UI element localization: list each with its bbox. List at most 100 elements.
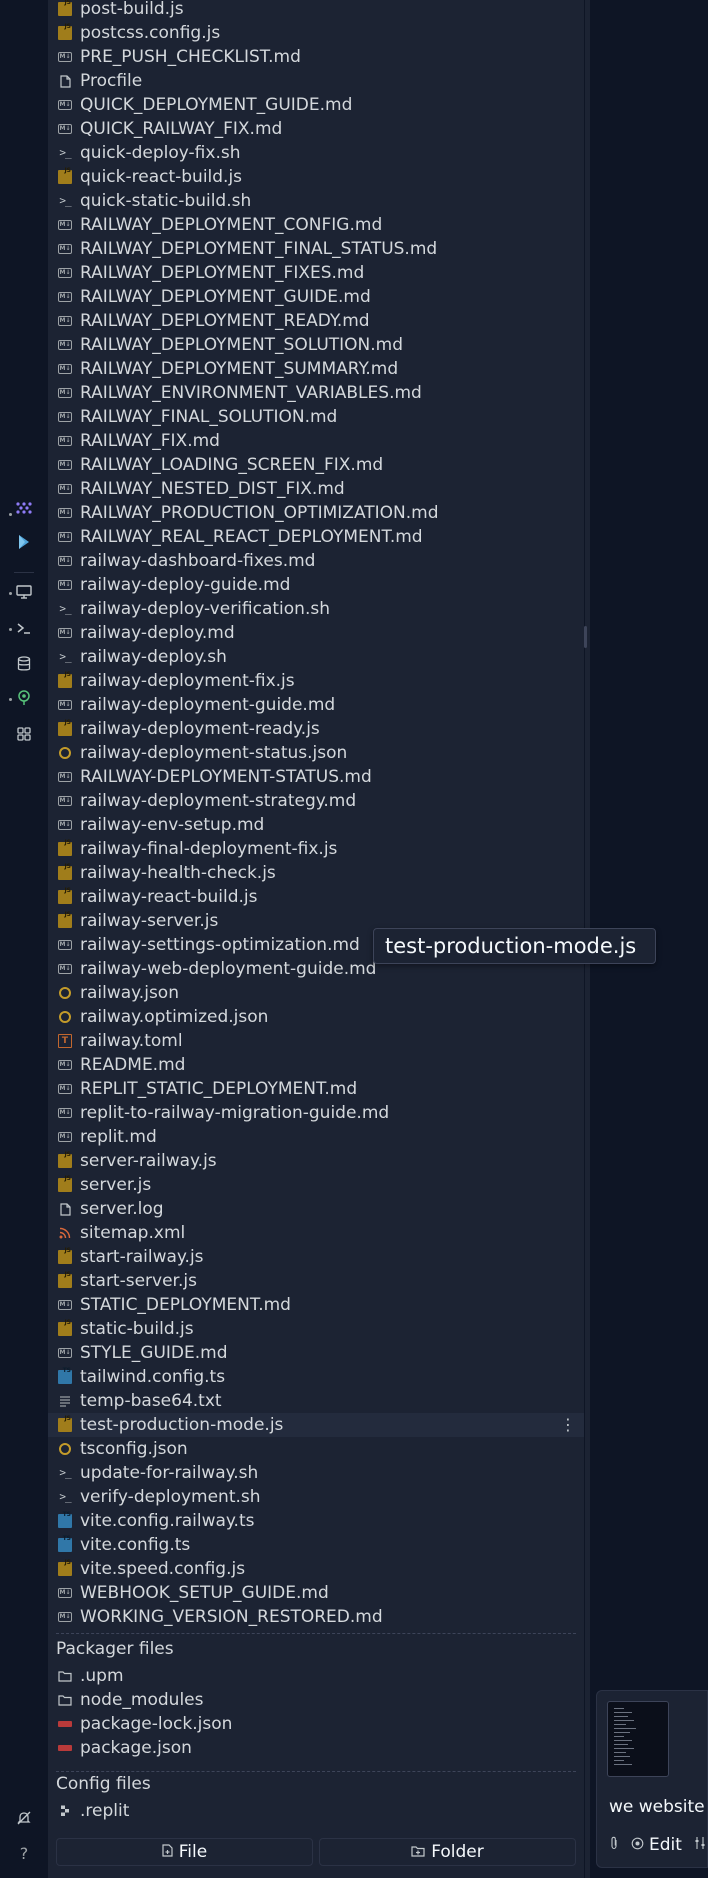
more-options-icon[interactable]: ⋮ <box>560 1413 576 1437</box>
shell-icon: >_ <box>59 650 71 663</box>
assistant-icon[interactable] <box>14 532 34 552</box>
file-tree-item[interactable]: M↓ railway-deployment-guide.md <box>48 693 584 717</box>
shell-icon: >_ <box>59 602 71 615</box>
file-tree-item[interactable]: JS post-build.js <box>48 0 584 21</box>
file-tree-item[interactable]: M↓ RAILWAY-DEPLOYMENT-STATUS.md <box>48 765 584 789</box>
file-tree-item[interactable]: .upm <box>48 1664 584 1688</box>
file-tree-item[interactable]: node_modules <box>48 1688 584 1712</box>
file-tree-item[interactable]: temp-base64.txt <box>48 1389 584 1413</box>
chat-message-card[interactable]: we website i Edit <box>596 1690 708 1868</box>
file-tree-item[interactable]: >_ railway-deploy.sh <box>48 645 584 669</box>
file-tree-item[interactable]: M↓ RAILWAY_DEPLOYMENT_SUMMARY.md <box>48 357 584 381</box>
agent-icon[interactable] <box>14 498 34 518</box>
file-name: server-railway.js <box>80 1151 217 1171</box>
file-tree-item[interactable]: JS vite.speed.config.js <box>48 1557 584 1581</box>
file-name: railway-deployment-status.json <box>80 743 348 763</box>
file-tree-item[interactable]: JS test-production-mode.js ⋮ <box>48 1413 584 1437</box>
apps-grid-icon[interactable] <box>14 724 34 744</box>
file-tree-item[interactable]: .replit <box>48 1799 584 1823</box>
file-tree-item[interactable]: M↓ RAILWAY_DEPLOYMENT_READY.md <box>48 309 584 333</box>
file-tree-item[interactable]: M↓ RAILWAY_FIX.md <box>48 429 584 453</box>
file-tree-item[interactable]: server.log <box>48 1197 584 1221</box>
file-tree-item[interactable]: M↓ railway-env-setup.md <box>48 813 584 837</box>
new-folder-button[interactable]: Folder <box>319 1838 576 1866</box>
deploy-icon[interactable] <box>14 688 34 708</box>
file-tree-item[interactable]: M↓ replit-to-railway-migration-guide.md <box>48 1101 584 1125</box>
file-tree-item[interactable]: M↓ RAILWAY_FINAL_SOLUTION.md <box>48 405 584 429</box>
file-tree-item[interactable]: M↓ QUICK_DEPLOYMENT_GUIDE.md <box>48 93 584 117</box>
file-tree-item[interactable]: M↓ PRE_PUSH_CHECKLIST.md <box>48 45 584 69</box>
file-tree-item[interactable]: JS static-build.js <box>48 1317 584 1341</box>
file-tree-item[interactable]: JS postcss.config.js <box>48 21 584 45</box>
database-icon[interactable] <box>14 654 34 674</box>
file-tree-item[interactable]: Procfile <box>48 69 584 93</box>
paperclip-icon[interactable] <box>609 1836 619 1854</box>
file-tree-item[interactable]: JS railway-react-build.js <box>48 885 584 909</box>
file-tree-item[interactable]: JS start-server.js <box>48 1269 584 1293</box>
new-file-button[interactable]: File <box>56 1838 313 1866</box>
file-tree-item[interactable]: JS railway-health-check.js <box>48 861 584 885</box>
file-tree-item[interactable]: M↓ QUICK_RAILWAY_FIX.md <box>48 117 584 141</box>
file-tree-item[interactable]: railway.optimized.json <box>48 1005 584 1029</box>
file-tree-item[interactable]: M↓ RAILWAY_DEPLOYMENT_FIXES.md <box>48 261 584 285</box>
file-tree-item[interactable]: sitemap.xml <box>48 1221 584 1245</box>
file-tree-item[interactable]: M↓ RAILWAY_NESTED_DIST_FIX.md <box>48 477 584 501</box>
file-tree-item[interactable]: TS vite.config.railway.ts <box>48 1509 584 1533</box>
shell-icon[interactable] <box>14 618 34 638</box>
file-tree-item[interactable]: M↓ WORKING_VERSION_RESTORED.md <box>48 1605 584 1629</box>
file-name: WEBHOOK_SETUP_GUIDE.md <box>80 1583 329 1603</box>
file-tree-item[interactable]: JS server.js <box>48 1173 584 1197</box>
help-icon[interactable]: ? <box>14 1843 34 1863</box>
packager-file-list: .upm node_modules package-lock.json package… <box>48 1664 584 1760</box>
file-tree-item[interactable]: M↓ REPLIT_STATIC_DEPLOYMENT.md <box>48 1077 584 1101</box>
file-tree-item[interactable]: M↓ RAILWAY_DEPLOYMENT_SOLUTION.md <box>48 333 584 357</box>
file-tree-item[interactable]: TS vite.config.ts <box>48 1533 584 1557</box>
file-tree-item[interactable]: tsconfig.json <box>48 1437 584 1461</box>
file-tree-item[interactable]: M↓ RAILWAY_REAL_REACT_DEPLOYMENT.md <box>48 525 584 549</box>
file-tree-item[interactable]: >_ railway-deploy-verification.sh <box>48 597 584 621</box>
resize-handle[interactable] <box>584 626 587 648</box>
file-tree-item[interactable]: M↓ WEBHOOK_SETUP_GUIDE.md <box>48 1581 584 1605</box>
file-tree-item[interactable]: M↓ RAILWAY_ENVIRONMENT_VARIABLES.md <box>48 381 584 405</box>
file-tree-item[interactable]: Trailway.toml <box>48 1029 584 1053</box>
file-tree-item[interactable]: >_ quick-deploy-fix.sh <box>48 141 584 165</box>
file-tree-item[interactable]: JS railway-final-deployment-fix.js <box>48 837 584 861</box>
edit-action[interactable]: Edit <box>631 1835 682 1855</box>
file-tree-item[interactable]: package.json <box>48 1736 584 1760</box>
file-name: postcss.config.js <box>80 23 221 43</box>
file-tree-item[interactable]: M↓ RAILWAY_DEPLOYMENT_GUIDE.md <box>48 285 584 309</box>
alerts-icon[interactable] <box>14 1808 34 1828</box>
file-tree-item[interactable]: M↓ railway-deploy.md <box>48 621 584 645</box>
file-tree-item[interactable]: M↓ railway-deploy-guide.md <box>48 573 584 597</box>
settings-sliders-icon[interactable] <box>694 1836 706 1854</box>
file-tree-item[interactable]: M↓ railway-dashboard-fixes.md <box>48 549 584 573</box>
webview-icon[interactable] <box>14 582 34 602</box>
file-tree-item[interactable]: railway-deployment-status.json <box>48 741 584 765</box>
markdown-icon: M↓ <box>58 1108 72 1118</box>
file-tree-item[interactable]: JS railway-deployment-fix.js <box>48 669 584 693</box>
file-tree-item[interactable]: M↓ RAILWAY_DEPLOYMENT_FINAL_STATUS.md <box>48 237 584 261</box>
file-tree-item[interactable]: M↓ README.md <box>48 1053 584 1077</box>
config-files-header[interactable]: Config files <box>56 1772 151 1796</box>
packager-files-header[interactable]: Packager files <box>56 1637 174 1661</box>
new-folder-label: Folder <box>431 1842 484 1862</box>
file-tree-item[interactable]: railway.json <box>48 981 584 1005</box>
file-tree-item[interactable]: M↓ STYLE_GUIDE.md <box>48 1341 584 1365</box>
file-tree-item[interactable]: M↓ STATIC_DEPLOYMENT.md <box>48 1293 584 1317</box>
shell-icon: >_ <box>59 146 71 159</box>
file-tree-item[interactable]: TS tailwind.config.ts <box>48 1365 584 1389</box>
file-tree-item[interactable]: JS railway-deployment-ready.js <box>48 717 584 741</box>
file-tree-item[interactable]: JS start-railway.js <box>48 1245 584 1269</box>
file-tree-item[interactable]: JS quick-react-build.js <box>48 165 584 189</box>
file-tree-item[interactable]: >_ quick-static-build.sh <box>48 189 584 213</box>
file-tree-item[interactable]: >_ verify-deployment.sh <box>48 1485 584 1509</box>
file-tree-item[interactable]: M↓ RAILWAY_PRODUCTION_OPTIMIZATION.md <box>48 501 584 525</box>
file-tree-item[interactable]: JS server-railway.js <box>48 1149 584 1173</box>
file-tree-item[interactable]: package-lock.json <box>48 1712 584 1736</box>
file-tree-item[interactable]: M↓ RAILWAY_LOADING_SCREEN_FIX.md <box>48 453 584 477</box>
file-tree-item[interactable]: M↓ RAILWAY_DEPLOYMENT_CONFIG.md <box>48 213 584 237</box>
file-tree-item[interactable]: M↓ replit.md <box>48 1125 584 1149</box>
file-tree-item[interactable]: >_ update-for-railway.sh <box>48 1461 584 1485</box>
file-tree-item[interactable]: M↓ railway-deployment-strategy.md <box>48 789 584 813</box>
screenshot-thumbnail[interactable] <box>607 1701 669 1777</box>
